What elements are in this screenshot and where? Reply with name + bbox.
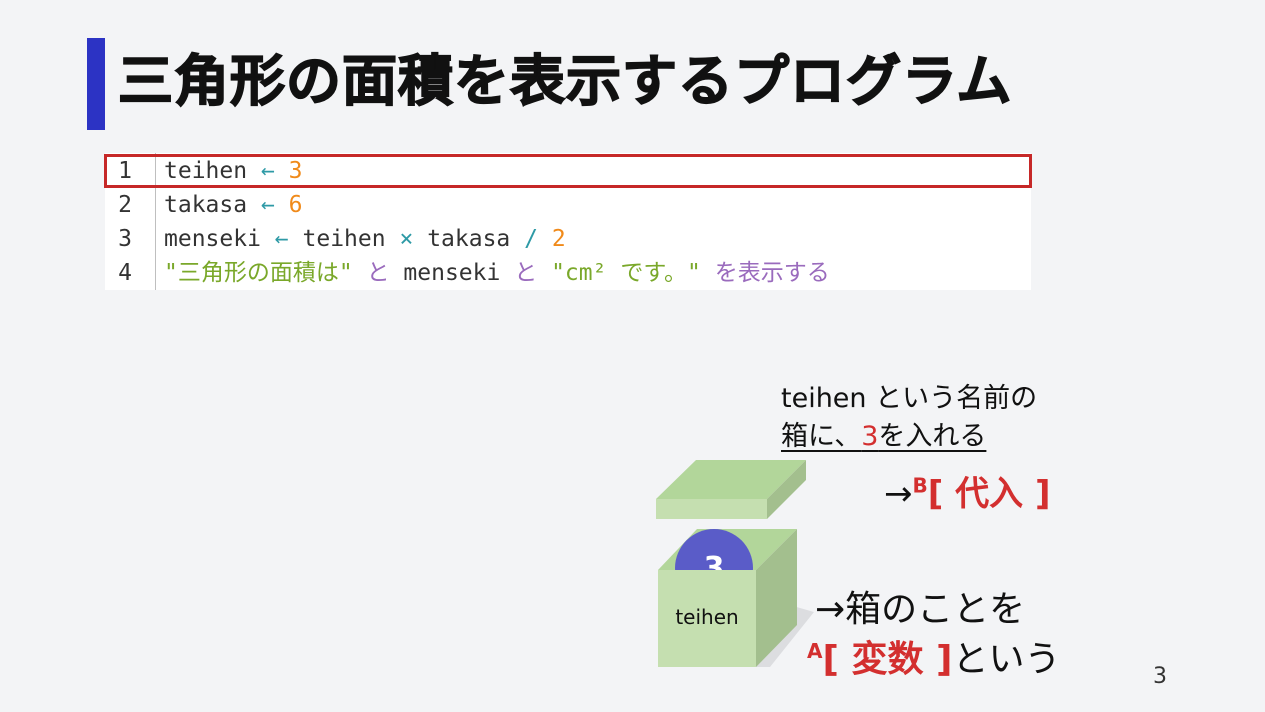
- variable-term-line: A[ 変数 ]という: [807, 630, 1060, 682]
- variable-term: [ 変数 ]: [822, 639, 953, 680]
- box-label: teihen: [675, 605, 739, 629]
- box-lid-front: [656, 499, 767, 519]
- variable-suffix: という: [952, 639, 1061, 680]
- ruby-marker-a: A: [807, 639, 823, 663]
- variable-description: →箱のことを: [815, 589, 1026, 630]
- page-number: 3: [1153, 664, 1167, 689]
- variable-box-illustration: 3: [656, 460, 814, 667]
